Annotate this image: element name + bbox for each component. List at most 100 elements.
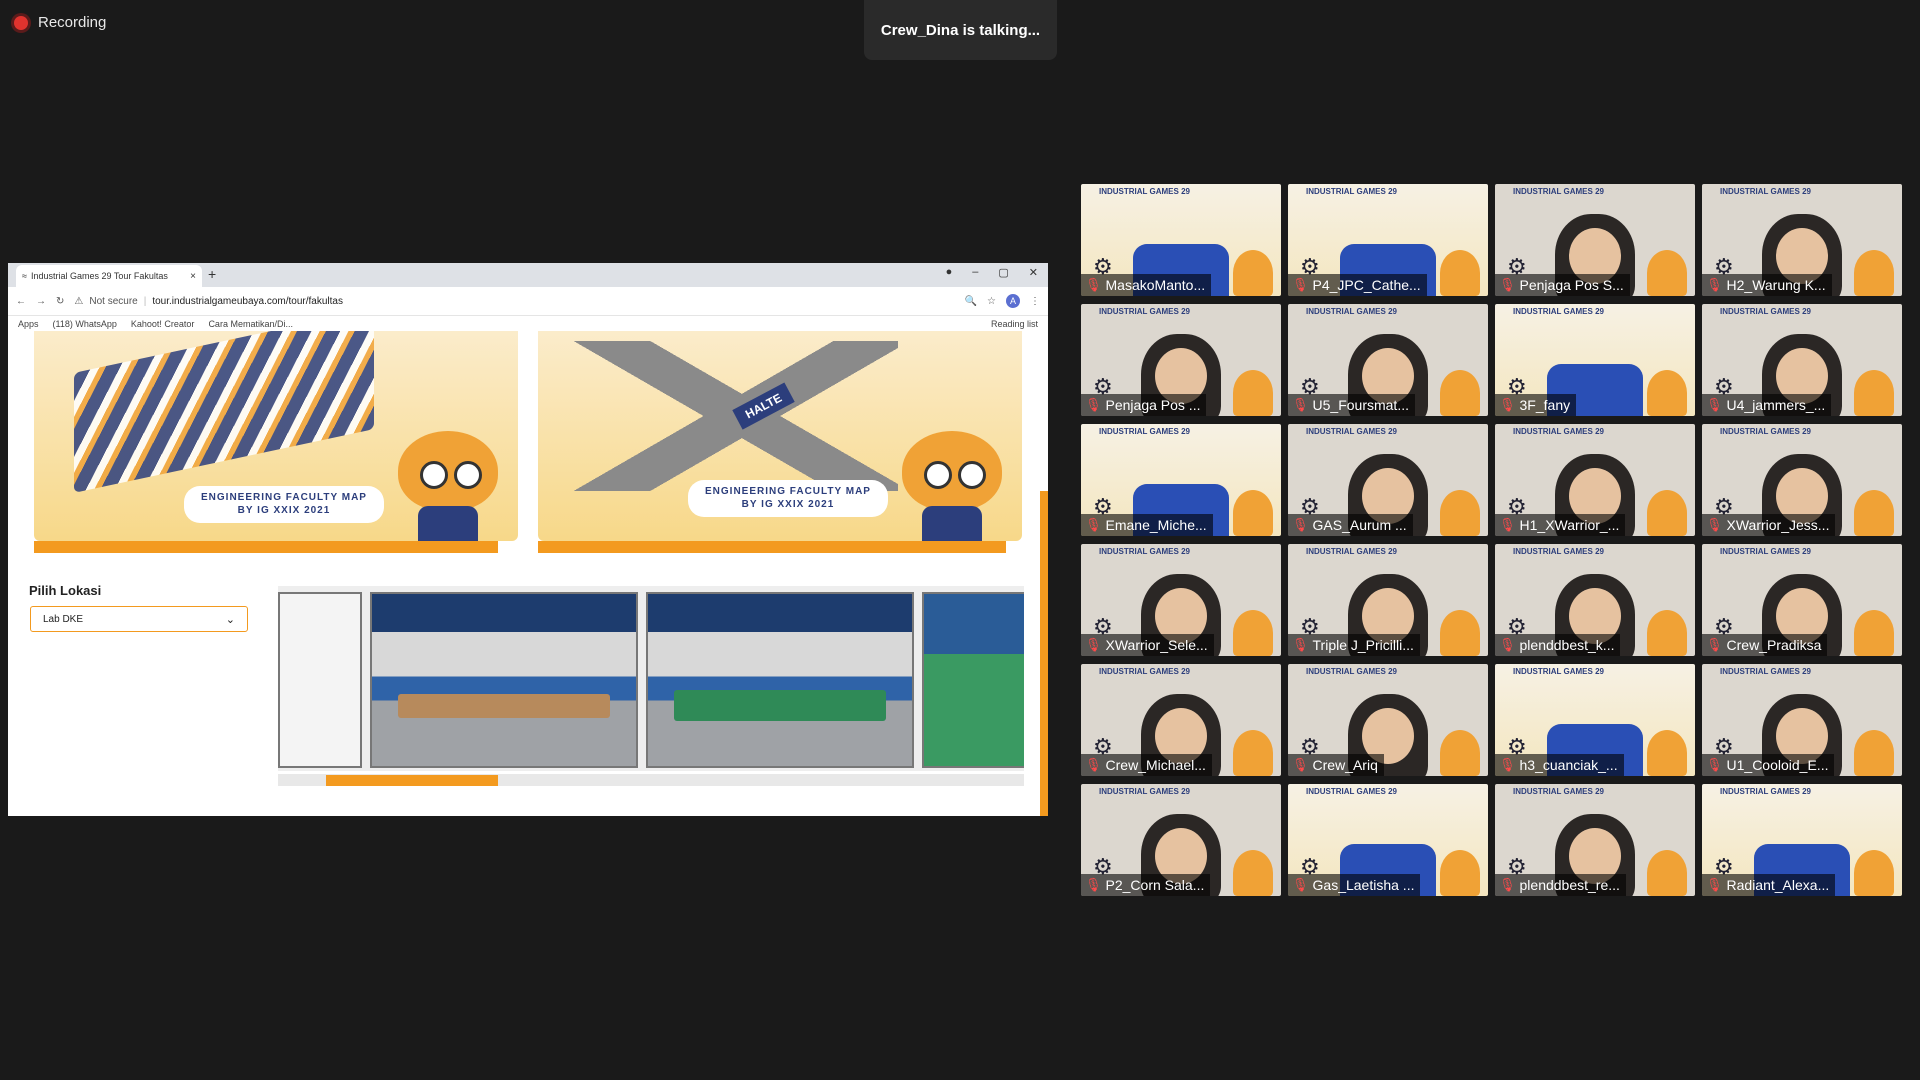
- event-logo: INDUSTRIAL GAMES 29: [1099, 547, 1190, 556]
- fox-mascot-icon: [1440, 370, 1480, 416]
- participant-tile[interactable]: INDUSTRIAL GAMES 29 ⚙ 🎙 Radiant_Alexa...: [1702, 784, 1902, 896]
- fox-mascot-icon: [1233, 250, 1273, 296]
- participant-tile[interactable]: INDUSTRIAL GAMES 29 ⚙ 🎙 GAS_Aurum ...: [1288, 424, 1488, 536]
- gallery-scrollbar-thumb[interactable]: [326, 775, 498, 786]
- muted-mic-icon: 🎙: [1706, 277, 1723, 292]
- participant-tile[interactable]: INDUSTRIAL GAMES 29 ⚙ 🎙 plenddbest_re...: [1495, 784, 1695, 896]
- gallery-photo[interactable]: [278, 592, 362, 768]
- participant-name: XWarrior_Jess...: [1726, 517, 1830, 533]
- record-icon[interactable]: ●: [946, 266, 953, 279]
- participant-name: plenddbest_re...: [1519, 877, 1620, 893]
- reading-list[interactable]: Reading list: [991, 319, 1038, 329]
- participant-tile[interactable]: INDUSTRIAL GAMES 29 ⚙ 🎙 MasakoManto...: [1081, 184, 1281, 296]
- muted-mic-icon: 🎙: [1499, 877, 1516, 892]
- muted-mic-icon: 🎙: [1085, 397, 1102, 412]
- event-logo: INDUSTRIAL GAMES 29: [1099, 187, 1190, 196]
- bookmark-whatsapp[interactable]: (118) WhatsApp: [53, 319, 117, 329]
- forward-button[interactable]: →: [36, 296, 46, 307]
- participant-name-label: 🎙 h3_cuanciak_...: [1495, 754, 1624, 776]
- gallery-photo[interactable]: [646, 592, 914, 768]
- window-controls: ● – ▢ ✕: [946, 266, 1038, 279]
- url-text: tour.industrialgameubaya.com/tour/fakult…: [152, 295, 343, 307]
- profile-avatar[interactable]: A: [1006, 294, 1020, 308]
- tab-close-icon[interactable]: ×: [190, 271, 196, 282]
- participant-tile[interactable]: INDUSTRIAL GAMES 29 ⚙ 🎙 H1_XWarrior_...: [1495, 424, 1695, 536]
- event-logo: INDUSTRIAL GAMES 29: [1099, 307, 1190, 316]
- location-select-value: Lab DKE: [43, 613, 84, 625]
- participant-gallery: INDUSTRIAL GAMES 29 ⚙ 🎙 MasakoManto... INDUS…: [1081, 184, 1902, 896]
- location-photo-gallery[interactable]: [278, 586, 1024, 771]
- record-dot-icon: [14, 15, 28, 30]
- event-logo: INDUSTRIAL GAMES 29: [1513, 667, 1604, 676]
- page-scrollbar[interactable]: [1040, 491, 1048, 816]
- faculty-map-image: ENGINEERING FACULTY MAP BY IG XXIX 2021: [34, 331, 518, 541]
- map-scroll-bar[interactable]: [34, 541, 498, 553]
- minimize-button[interactable]: –: [972, 266, 978, 279]
- location-select[interactable]: Lab DKE ⌄: [30, 606, 248, 632]
- participant-tile[interactable]: INDUSTRIAL GAMES 29 ⚙ 🎙 3F_fany: [1495, 304, 1695, 416]
- participant-tile[interactable]: INDUSTRIAL GAMES 29 ⚙ 🎙 Penjaga Pos ...: [1081, 304, 1281, 416]
- participant-tile[interactable]: INDUSTRIAL GAMES 29 ⚙ 🎙 Triple J_Pricilli..…: [1288, 544, 1488, 656]
- participant-tile[interactable]: INDUSTRIAL GAMES 29 ⚙ 🎙 Crew_Pradiksa: [1702, 544, 1902, 656]
- bookmark-apps[interactable]: Apps: [18, 319, 39, 329]
- url-field[interactable]: ⚠ Not secure | tour.industrialgameubaya.…: [74, 296, 954, 307]
- participant-tile[interactable]: INDUSTRIAL GAMES 29 ⚙ 🎙 Emane_Miche...: [1081, 424, 1281, 536]
- participant-name: Triple J_Pricilli...: [1312, 637, 1414, 653]
- participant-tile[interactable]: INDUSTRIAL GAMES 29 ⚙ 🎙 P2_Corn Sala...: [1081, 784, 1281, 896]
- participant-tile[interactable]: INDUSTRIAL GAMES 29 ⚙ 🎙 Gas_Laetisha ...: [1288, 784, 1488, 896]
- muted-mic-icon: 🎙: [1706, 637, 1723, 652]
- zoom-icon[interactable]: 🔍: [965, 296, 977, 307]
- participant-tile[interactable]: INDUSTRIAL GAMES 29 ⚙ 🎙 Penjaga Pos S...: [1495, 184, 1695, 296]
- fox-mascot-icon: [1440, 730, 1480, 776]
- participant-tile[interactable]: INDUSTRIAL GAMES 29 ⚙ 🎙 Crew_Ariq: [1288, 664, 1488, 776]
- participant-tile[interactable]: INDUSTRIAL GAMES 29 ⚙ 🎙 XWarrior_Jess...: [1702, 424, 1902, 536]
- maximize-button[interactable]: ▢: [998, 266, 1008, 279]
- fox-mascot-icon: [1647, 490, 1687, 536]
- tab-title: Industrial Games 29 Tour Fakultas: [30, 271, 168, 281]
- participant-name-label: 🎙 XWarrior_Sele...: [1081, 634, 1214, 656]
- muted-mic-icon: 🎙: [1085, 877, 1102, 892]
- muted-mic-icon: 🎙: [1085, 517, 1102, 532]
- star-icon[interactable]: ☆: [987, 296, 996, 307]
- map-scroll-bar[interactable]: [538, 541, 1006, 553]
- fox-mascot-icon: [1854, 730, 1894, 776]
- participant-name: H2_Warung K...: [1726, 277, 1826, 293]
- fox-mascot-icon: [1233, 490, 1273, 536]
- participant-tile[interactable]: INDUSTRIAL GAMES 29 ⚙ 🎙 plenddbest_k...: [1495, 544, 1695, 656]
- menu-icon[interactable]: ⋮: [1030, 296, 1040, 307]
- participant-name: U1_Cooloid_E...: [1726, 757, 1829, 773]
- muted-mic-icon: 🎙: [1706, 757, 1723, 772]
- back-button[interactable]: ←: [16, 296, 26, 307]
- participant-tile[interactable]: INDUSTRIAL GAMES 29 ⚙ 🎙 Crew_Michael...: [1081, 664, 1281, 776]
- participant-tile[interactable]: INDUSTRIAL GAMES 29 ⚙ 🎙 U1_Cooloid_E...: [1702, 664, 1902, 776]
- gallery-photo[interactable]: [922, 592, 1024, 768]
- participant-name: Emane_Miche...: [1105, 517, 1207, 533]
- new-tab-button[interactable]: +: [208, 266, 216, 282]
- participant-tile[interactable]: INDUSTRIAL GAMES 29 ⚙ 🎙 U4_jammers_...: [1702, 304, 1902, 416]
- participant-name: Crew_Pradiksa: [1726, 637, 1822, 653]
- gallery-photo[interactable]: [370, 592, 638, 768]
- participant-tile[interactable]: INDUSTRIAL GAMES 29 ⚙ 🎙 U5_Foursmat...: [1288, 304, 1488, 416]
- participant-name-label: 🎙 H1_XWarrior_...: [1495, 514, 1626, 536]
- participant-tile[interactable]: INDUSTRIAL GAMES 29 ⚙ 🎙 P4_JPC_Cathe...: [1288, 184, 1488, 296]
- url-divider: |: [143, 295, 147, 307]
- muted-mic-icon: 🎙: [1706, 877, 1723, 892]
- warning-icon: ⚠: [74, 295, 84, 307]
- tab-favicon-icon: ≈: [22, 271, 27, 281]
- browser-tab[interactable]: ≈ Industrial Games 29 Tour Fakultas ×: [16, 265, 202, 287]
- bookmark-kahoot[interactable]: Kahoot! Creator: [131, 319, 195, 329]
- participant-name: Penjaga Pos S...: [1519, 277, 1624, 293]
- fox-mascot-icon: [1854, 490, 1894, 536]
- active-speaker-banner: Crew_Dina is talking...: [864, 0, 1057, 60]
- fox-mascot-icon: [1440, 850, 1480, 896]
- participant-tile[interactable]: INDUSTRIAL GAMES 29 ⚙ 🎙 XWarrior_Sele...: [1081, 544, 1281, 656]
- event-logo: INDUSTRIAL GAMES 29: [1720, 187, 1811, 196]
- participant-name-label: 🎙 U1_Cooloid_E...: [1702, 754, 1835, 776]
- participant-tile[interactable]: INDUSTRIAL GAMES 29 ⚙ 🎙 h3_cuanciak_...: [1495, 664, 1695, 776]
- bookmark-cara[interactable]: Cara Mematikan/Di...: [208, 319, 293, 329]
- reload-button[interactable]: ↻: [56, 296, 64, 307]
- participant-tile[interactable]: INDUSTRIAL GAMES 29 ⚙ 🎙 H2_Warung K...: [1702, 184, 1902, 296]
- participant-name: U5_Foursmat...: [1312, 397, 1409, 413]
- close-button[interactable]: ✕: [1029, 266, 1038, 279]
- muted-mic-icon: 🎙: [1499, 517, 1516, 532]
